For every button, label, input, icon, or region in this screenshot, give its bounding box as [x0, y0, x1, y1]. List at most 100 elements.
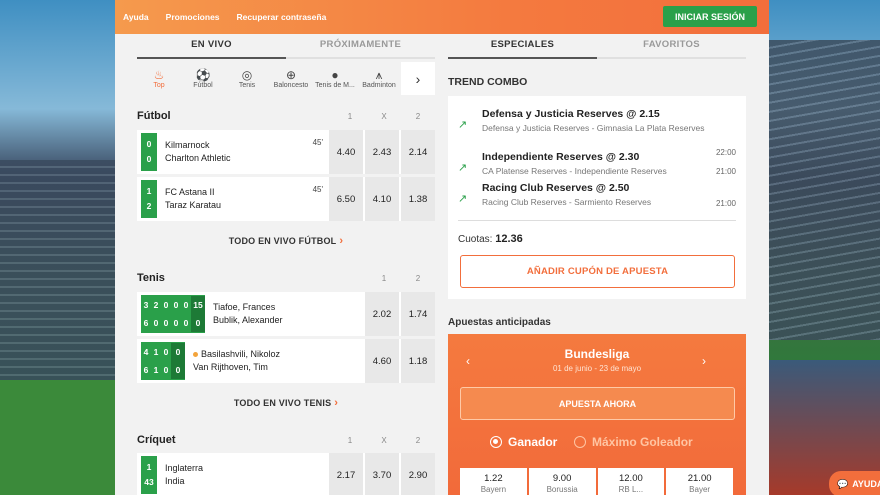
odd-2[interactable]: 1.74 — [401, 292, 435, 336]
background-pitch-left — [0, 380, 115, 495]
col-x: X — [381, 111, 387, 121]
team-odd[interactable]: 21.00 Bayer — [666, 468, 733, 495]
odd-2[interactable]: 1.38 — [401, 177, 435, 221]
team-names: FC Astana II Taraz Karatau — [165, 187, 222, 210]
sport-tenis[interactable]: ◎ Tenis — [225, 62, 269, 95]
help-chat-button[interactable]: 💬AYUDA — [829, 471, 880, 495]
criquet-title: Críquet — [137, 434, 176, 446]
background-stadium-left — [0, 160, 115, 390]
live-score: 00 — [141, 133, 157, 171]
help-link[interactable]: Ayuda — [123, 12, 149, 22]
early-bets-card: ‹ Bundesliga › 01 de junio - 23 de mayo … — [448, 334, 746, 495]
live-score: 12 — [141, 180, 157, 218]
match-row[interactable]: 00 Kilmarnock Charlton Athletic 45' 4.40 … — [137, 130, 435, 174]
background-stadium-right — [768, 40, 880, 340]
player-names: Basilashvili, Nikoloz Van Rijthoven, Tim — [193, 349, 281, 372]
col-x: X — [381, 435, 387, 445]
option-ganador[interactable]: Ganador — [490, 435, 557, 449]
criquet-header: Críquet 1 X 2 — [137, 432, 435, 448]
odd-x[interactable]: 4.10 — [365, 177, 399, 221]
col-2: 2 — [415, 273, 421, 283]
odd-2[interactable]: 2.14 — [401, 130, 435, 174]
odd-2[interactable]: 2.90 — [401, 453, 435, 495]
live-score: 1 43 — [141, 456, 157, 494]
tenis-header: Tenis 1 2 — [137, 270, 435, 286]
add-coupon-button[interactable]: AÑADIR CUPÓN DE APUESTA — [460, 255, 735, 288]
tenis-title: Tenis — [137, 272, 165, 284]
trend-combo-title: TREND COMBO — [448, 76, 528, 88]
odd-1[interactable]: 2.17 — [329, 453, 363, 495]
trend-up-icon: ↗ — [458, 162, 468, 174]
sport-badminton[interactable]: ⩚ Badminton — [357, 62, 401, 95]
trend-item[interactable]: ↗ Racing Club Reserves @ 2.50 Racing Clu… — [458, 182, 736, 218]
login-button[interactable]: INICIAR SESIÓN — [662, 6, 757, 27]
tennis-ball-icon: ◎ — [241, 67, 253, 82]
sport-baloncesto[interactable]: ⊕ Baloncesto — [269, 62, 313, 95]
sport-tenis-de-mesa[interactable]: ● Tenis de M... — [313, 62, 357, 95]
futbol-title: Fútbol — [137, 110, 171, 122]
match-row[interactable]: 4100 6100 Basilashvili, Nikoloz Van Rijth… — [137, 339, 435, 383]
badminton-icon: ⩚ — [375, 67, 383, 82]
promotions-link[interactable]: Promociones — [166, 12, 220, 22]
sport-futbol[interactable]: ⚽ Fútbol — [181, 62, 225, 95]
team-odd[interactable]: 9.00 Borussia — [528, 468, 596, 495]
basketball-icon: ⊕ — [285, 67, 297, 82]
match-info: 1 43 Inglaterra India — [137, 453, 327, 495]
chat-bubble-icon: 💬 — [837, 478, 849, 489]
sport-selector: ♨ Top ⚽ Fútbol ◎ Tenis ⊕ Baloncesto ● Tenis d… — [137, 62, 435, 95]
trend-up-icon: ↗ — [458, 193, 468, 205]
recover-password-link[interactable]: Recuperar contraseña — [237, 12, 327, 22]
team-odd[interactable]: 1.22 Bayern — [460, 468, 527, 495]
betting-site: Ayuda Promociones Recuperar contraseña I… — [115, 0, 769, 495]
match-minute: 45' — [312, 185, 323, 194]
early-bets-title: Apuestas anticipadas — [448, 317, 551, 328]
col-1: 1 — [347, 435, 353, 445]
team-names: Inglaterra India — [165, 463, 204, 486]
option-maximo-goleador[interactable]: Máximo Goleador — [574, 435, 693, 449]
match-info: 00 Kilmarnock Charlton Athletic 45' — [137, 130, 327, 174]
serving-indicator — [193, 352, 198, 357]
sports-next-button[interactable]: › — [401, 62, 435, 95]
odd-1[interactable]: 4.60 — [365, 339, 399, 383]
left-tabs: EN VIVO PRÓXIMAMENTE — [137, 34, 435, 59]
odd-x[interactable]: 3.70 — [365, 453, 399, 495]
top-bar: Ayuda Promociones Recuperar contraseña I… — [115, 0, 769, 34]
odd-2[interactable]: 1.18 — [401, 339, 435, 383]
tab-favoritos[interactable]: FAVORITOS — [597, 34, 746, 59]
chevron-right-icon: › — [415, 70, 421, 87]
flame-icon: ♨ — [153, 67, 165, 82]
set-score: 4100 6100 — [141, 342, 185, 380]
odd-1[interactable]: 2.02 — [365, 292, 399, 336]
set-score: 3 2 0 0 0 15 600000 — [141, 295, 205, 333]
odd-1[interactable]: 4.40 — [329, 130, 363, 174]
all-live-tenis-link[interactable]: TODO EN VIVO TENIS › — [137, 397, 435, 409]
trend-combo-card: ↗ Defensa y Justicia Reserves @ 2.15 Def… — [448, 96, 746, 299]
radio-empty-icon — [574, 436, 586, 448]
table-tennis-icon: ● — [331, 67, 339, 82]
all-live-futbol-link[interactable]: TODO EN VIVO FÚTBOL › — [137, 235, 435, 247]
match-row[interactable]: 1 43 Inglaterra India 2.17 3.70 2.90 — [137, 453, 435, 495]
tab-proximamente[interactable]: PRÓXIMAMENTE — [286, 34, 435, 59]
match-info: 3 2 0 0 0 15 600000 Tiafoe, Frances Bublik, Al… — [137, 292, 363, 336]
tab-en-vivo[interactable]: EN VIVO — [137, 34, 286, 59]
odd-1[interactable]: 6.50 — [329, 177, 363, 221]
team-odd[interactable]: 12.00 RB L... — [597, 468, 665, 495]
outright-odds: 1.22 Bayern 9.00 Borussia 12.00 RB L... 21.… — [460, 468, 735, 495]
bet-now-button[interactable]: APUESTA AHORA — [460, 387, 735, 420]
right-tabs: ESPECIALES FAVORITOS — [448, 34, 746, 59]
match-row[interactable]: 12 FC Astana II Taraz Karatau 45' 6.50 4.… — [137, 177, 435, 221]
radio-selected-icon — [490, 436, 502, 448]
col-1: 1 — [381, 273, 387, 283]
league-dates: 01 de junio - 23 de mayo — [552, 364, 642, 373]
col-2: 2 — [415, 111, 421, 121]
total-odds: Cuotas: 12.36 — [458, 233, 523, 245]
tab-especiales[interactable]: ESPECIALES — [448, 34, 597, 59]
team-names: Kilmarnock Charlton Athletic — [165, 140, 231, 163]
chevron-right-icon: › — [334, 397, 339, 409]
trend-item[interactable]: ↗ Defensa y Justicia Reserves @ 2.15 Def… — [458, 108, 736, 157]
player-names: Tiafoe, Frances Bublik, Alexander — [213, 302, 283, 325]
col-1: 1 — [347, 111, 353, 121]
sport-top[interactable]: ♨ Top — [137, 62, 181, 95]
odd-x[interactable]: 2.43 — [365, 130, 399, 174]
match-row[interactable]: 3 2 0 0 0 15 600000 Tiafoe, Frances Bublik, Al… — [137, 292, 435, 336]
